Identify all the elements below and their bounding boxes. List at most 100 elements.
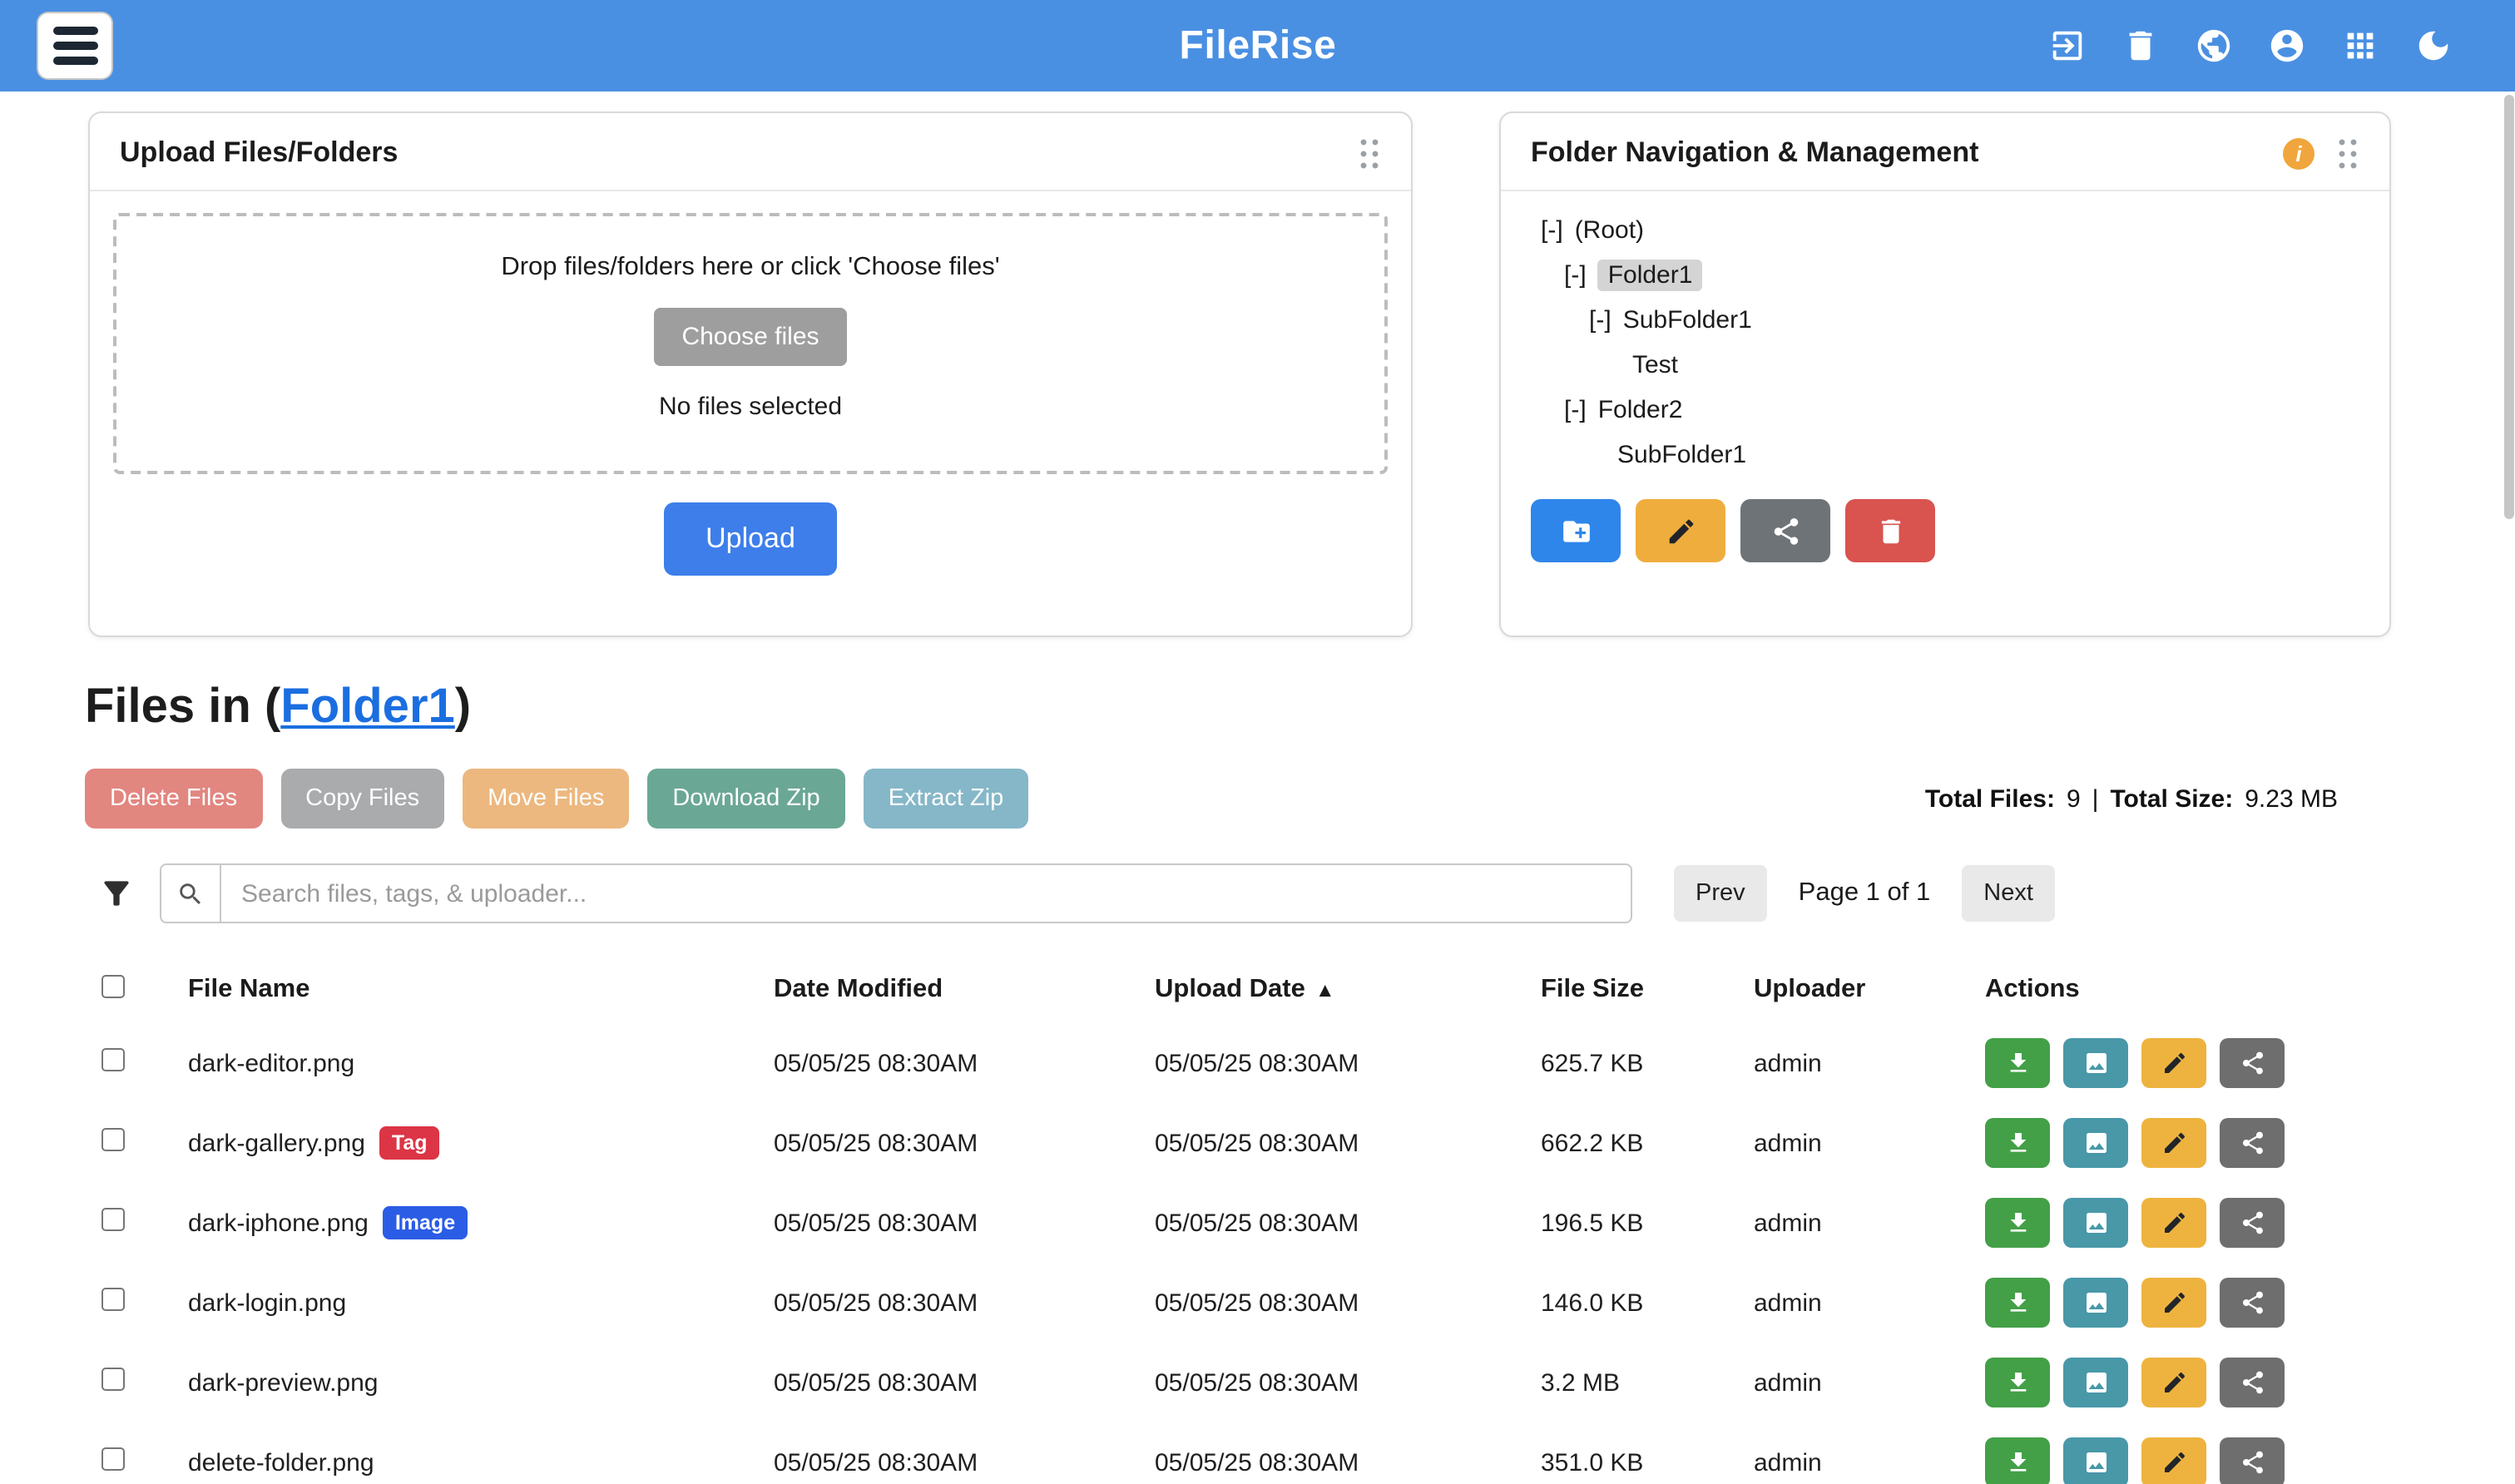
drag-handle-icon[interactable] xyxy=(1358,136,1381,170)
search-icon[interactable] xyxy=(160,863,221,923)
tree-toggle-icon[interactable]: [-] xyxy=(1564,261,1587,289)
files-heading: Files in (Folder1) xyxy=(85,680,2515,735)
download-button[interactable] xyxy=(1985,1198,2050,1248)
delete-files-button[interactable]: Delete Files xyxy=(85,769,262,829)
upload-card-body: Drop files/folders here or click 'Choose… xyxy=(90,191,1411,597)
rename-file-button[interactable] xyxy=(2141,1358,2206,1407)
search-input[interactable] xyxy=(221,863,1632,923)
tree-item-folder2[interactable]: [-] Folder2 xyxy=(1531,388,2359,433)
total-files-label: Total Files: xyxy=(1925,784,2055,813)
rename-file-button[interactable] xyxy=(2141,1038,2206,1088)
share-file-button[interactable] xyxy=(2220,1198,2285,1248)
row-checkbox[interactable] xyxy=(101,1288,125,1311)
grid-icon[interactable] xyxy=(2341,27,2379,65)
tree-toggle-icon[interactable]: [-] xyxy=(1564,396,1587,424)
table-row: dark-login.png 05/05/25 08:30AM 05/05/25… xyxy=(85,1263,2391,1343)
file-name[interactable]: dark-iphone.png xyxy=(188,1209,369,1237)
rename-file-button[interactable] xyxy=(2141,1118,2206,1168)
folder-card-title: Folder Navigation & Management xyxy=(1531,136,1978,170)
logout-icon[interactable] xyxy=(2048,27,2087,65)
extract-zip-button[interactable]: Extract Zip xyxy=(864,769,1029,829)
tree-item-subfolder1[interactable]: [-] SubFolder1 xyxy=(1531,298,2359,343)
file-name[interactable]: dark-preview.png xyxy=(188,1368,378,1397)
row-checkbox[interactable] xyxy=(101,1368,125,1391)
prev-page-button[interactable]: Prev xyxy=(1674,865,1767,922)
search-row: Prev Page 1 of 1 Next xyxy=(85,863,2391,923)
file-name[interactable]: dark-login.png xyxy=(188,1289,346,1317)
preview-image-button[interactable] xyxy=(2063,1038,2128,1088)
file-table: File Name Date Modified Upload Date▲ Fil… xyxy=(85,957,2391,1484)
tree-item-folder1[interactable]: [-] Folder1 xyxy=(1531,253,2359,298)
download-button[interactable] xyxy=(1985,1437,2050,1484)
preview-image-button[interactable] xyxy=(2063,1118,2128,1168)
share-file-button[interactable] xyxy=(2220,1038,2285,1088)
share-file-button[interactable] xyxy=(2220,1278,2285,1328)
column-date-modified[interactable]: Date Modified xyxy=(774,975,1155,1005)
file-name[interactable]: delete-folder.png xyxy=(188,1448,374,1477)
copy-files-button[interactable]: Copy Files xyxy=(280,769,444,829)
rename-file-button[interactable] xyxy=(2141,1278,2206,1328)
date-modified: 05/05/25 08:30AM xyxy=(774,1209,1155,1237)
row-checkbox[interactable] xyxy=(101,1048,125,1071)
rename-file-button[interactable] xyxy=(2141,1198,2206,1248)
download-button[interactable] xyxy=(1985,1038,2050,1088)
tree-label: (Root) xyxy=(1575,216,1644,245)
no-files-text: No files selected xyxy=(116,393,1384,421)
column-uploader[interactable]: Uploader xyxy=(1754,975,1985,1005)
filter-icon[interactable] xyxy=(98,875,135,912)
globe-icon[interactable] xyxy=(2195,27,2233,65)
share-file-button[interactable] xyxy=(2220,1358,2285,1407)
preview-image-button[interactable] xyxy=(2063,1278,2128,1328)
column-file-size[interactable]: File Size xyxy=(1541,975,1754,1005)
tree-item-root[interactable]: [-] (Root) xyxy=(1531,208,2359,253)
choose-files-button[interactable]: Choose files xyxy=(653,308,847,366)
menu-icon[interactable] xyxy=(37,12,113,80)
info-icon[interactable] xyxy=(2283,137,2314,169)
download-button[interactable] xyxy=(1985,1278,2050,1328)
share-folder-button[interactable] xyxy=(1740,499,1830,562)
download-zip-button[interactable]: Download Zip xyxy=(647,769,844,829)
upload-date: 05/05/25 08:30AM xyxy=(1155,1209,1541,1237)
row-checkbox[interactable] xyxy=(101,1128,125,1151)
column-file-name[interactable]: File Name xyxy=(188,975,774,1005)
current-folder-link[interactable]: Folder1 xyxy=(280,680,455,734)
upload-date: 05/05/25 08:30AM xyxy=(1155,1289,1541,1317)
preview-image-button[interactable] xyxy=(2063,1198,2128,1248)
preview-image-button[interactable] xyxy=(2063,1437,2128,1484)
tree-item-test[interactable]: Test xyxy=(1531,343,2359,388)
move-files-button[interactable]: Move Files xyxy=(463,769,629,829)
trash-icon[interactable] xyxy=(2121,27,2160,65)
create-folder-button[interactable] xyxy=(1531,499,1621,562)
rename-folder-button[interactable] xyxy=(1636,499,1725,562)
download-button[interactable] xyxy=(1985,1118,2050,1168)
upload-card-header: Upload Files/Folders xyxy=(90,113,1411,191)
select-all-checkbox[interactable] xyxy=(101,974,125,997)
drag-handle-icon[interactable] xyxy=(2336,136,2359,170)
account-icon[interactable] xyxy=(2268,27,2306,65)
next-page-button[interactable]: Next xyxy=(1962,865,2055,922)
rename-file-button[interactable] xyxy=(2141,1437,2206,1484)
column-actions: Actions xyxy=(1985,975,2391,1005)
file-name[interactable]: dark-editor.png xyxy=(188,1049,354,1077)
upload-date: 05/05/25 08:30AM xyxy=(1155,1129,1541,1157)
tree-toggle-icon[interactable]: [-] xyxy=(1541,216,1563,245)
share-file-button[interactable] xyxy=(2220,1437,2285,1484)
tree-item-subfolder1-2[interactable]: SubFolder1 xyxy=(1531,433,2359,477)
tree-toggle-icon[interactable]: [-] xyxy=(1589,306,1611,334)
delete-folder-button[interactable] xyxy=(1845,499,1935,562)
dropzone[interactable]: Drop files/folders here or click 'Choose… xyxy=(113,213,1388,474)
column-upload-date[interactable]: Upload Date▲ xyxy=(1155,975,1541,1005)
preview-image-button[interactable] xyxy=(2063,1358,2128,1407)
download-button[interactable] xyxy=(1985,1358,2050,1407)
upload-date: 05/05/25 08:30AM xyxy=(1155,1448,1541,1477)
row-checkbox[interactable] xyxy=(101,1208,125,1231)
uploader: admin xyxy=(1754,1289,1985,1317)
file-name[interactable]: dark-gallery.png xyxy=(188,1129,365,1157)
row-checkbox[interactable] xyxy=(101,1447,125,1471)
scrollbar[interactable] xyxy=(2504,95,2514,519)
upload-button[interactable]: Upload xyxy=(664,502,837,576)
dark-mode-icon[interactable] xyxy=(2414,27,2453,65)
share-file-button[interactable] xyxy=(2220,1118,2285,1168)
pagination: Prev Page 1 of 1 Next xyxy=(1674,865,2055,922)
files-heading-prefix: Files in ( xyxy=(85,680,280,734)
